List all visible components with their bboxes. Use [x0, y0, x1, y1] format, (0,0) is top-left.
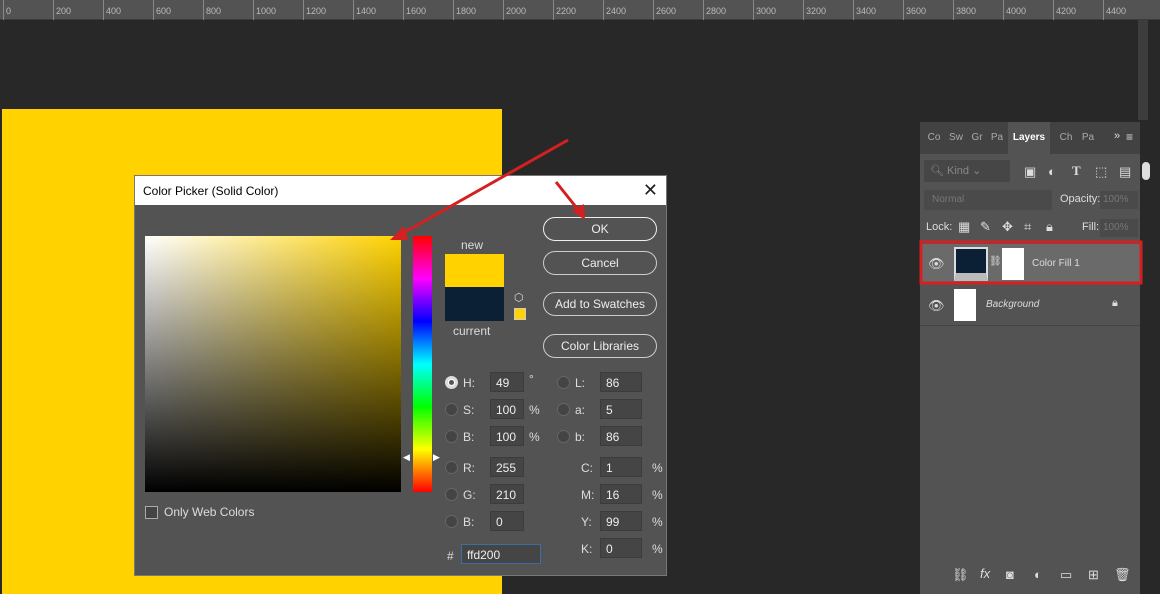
arrow-head [390, 226, 408, 240]
arrow-to-ok [554, 181, 582, 213]
highlight-box [919, 240, 1143, 285]
arrow-to-field [397, 138, 569, 238]
annotation-overlay [390, 138, 1143, 285]
